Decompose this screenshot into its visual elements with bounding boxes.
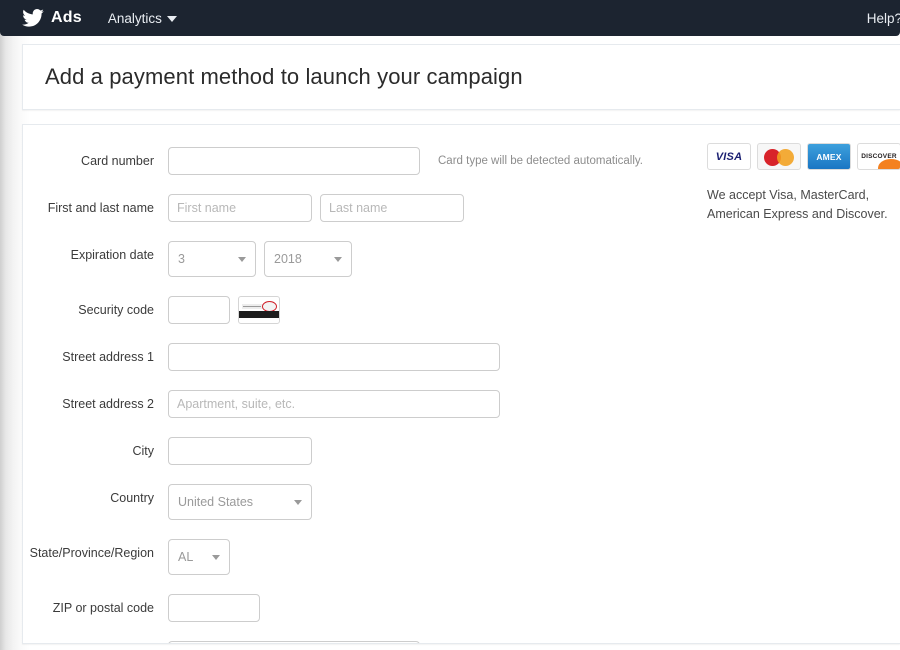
nav-item-help[interactable]: Help? (867, 11, 900, 26)
field-row-street2: Street address 2 (23, 390, 900, 418)
field-group-name (168, 194, 464, 222)
zip-input[interactable] (168, 594, 260, 622)
label-zip: ZIP or postal code (52, 601, 154, 615)
nav-item-analytics[interactable]: Analytics (108, 11, 177, 26)
discover-arc (878, 159, 900, 169)
field-group-email (168, 641, 420, 643)
accepted-cards-rail: VISA AMEX DISCOVER We accept Visa, Maste… (707, 143, 900, 224)
expiration-year-select[interactable]: 2018 (264, 241, 352, 277)
field-row-city: City (23, 437, 900, 465)
chevron-down-icon (166, 16, 177, 22)
accepted-cards-line-1: We accept Visa, MasterCard, (707, 188, 870, 202)
email-input[interactable] (168, 641, 420, 643)
field-group-security-code (168, 296, 280, 324)
field-group-street1 (168, 343, 500, 371)
city-input[interactable] (168, 437, 312, 465)
security-code-input[interactable] (168, 296, 230, 324)
accepted-cards-text: We accept Visa, MasterCard, American Exp… (707, 186, 900, 224)
accepted-cards-line-2: American Express and Discover. (707, 207, 888, 221)
page-title-panel: Add a payment method to launch your camp… (22, 44, 900, 110)
label-email: Email address (23, 641, 168, 643)
cvv-signature-strip (242, 304, 264, 309)
label-security-code: Security code (78, 303, 154, 317)
card-back-cvv-icon (238, 296, 280, 324)
nav-analytics-label: Analytics (107, 10, 162, 26)
label-expiration-date: Expiration date (70, 248, 154, 262)
label-city: City (132, 444, 154, 458)
state-value: AL (178, 550, 194, 564)
label-street-address-1: Street address 1 (62, 350, 154, 364)
card-number-hint: Card type will be detected automatically… (438, 155, 643, 167)
label-country: Country (110, 491, 154, 505)
field-row-zip: ZIP or postal code (23, 594, 900, 622)
field-group-card-number: Card type will be detected automatically… (168, 147, 643, 175)
field-group-country: United States (168, 484, 312, 520)
card-logo-list: VISA AMEX DISCOVER (707, 143, 900, 170)
card-number-input[interactable] (168, 147, 420, 175)
payment-form-panel: Card number Card type will be detected a… (22, 124, 900, 644)
expiration-month-value: 3 (178, 252, 185, 266)
street-address-2-input[interactable] (168, 390, 500, 418)
field-group-expiration: 3 2018 (168, 241, 352, 277)
twitter-bird-icon (22, 9, 44, 27)
mastercard-right-circle (777, 149, 794, 166)
country-select[interactable]: United States (168, 484, 312, 520)
state-select[interactable]: AL (168, 539, 230, 575)
label-name: First and last name (47, 201, 154, 215)
app-screen: Ads Analytics Help? Add a payment method… (0, 0, 900, 650)
field-row-expiration: Expiration date 3 2018 (23, 241, 900, 277)
brand-logo[interactable]: Ads (22, 9, 82, 27)
label-state: State/Province/Region (29, 546, 154, 560)
last-name-input[interactable] (320, 194, 464, 222)
top-navbar: Ads Analytics Help? (0, 0, 900, 36)
discover-logo: DISCOVER (857, 143, 900, 170)
discover-label: DISCOVER (861, 153, 897, 160)
label-card-number: Card number (81, 154, 154, 168)
field-row-street1: Street address 1 (23, 343, 900, 371)
amex-logo: AMEX (807, 143, 851, 170)
cvv-magnetic-stripe (239, 311, 279, 318)
expiration-month-select[interactable]: 3 (168, 241, 256, 277)
label-street-address-2: Street address 2 (62, 397, 154, 411)
field-group-city (168, 437, 312, 465)
street-address-1-input[interactable] (168, 343, 500, 371)
field-row-security-code: Security code (23, 296, 900, 324)
visa-logo: VISA (707, 143, 751, 170)
field-row-state: State/Province/Region AL (23, 539, 900, 575)
field-row-email: Email address (23, 641, 900, 643)
expiration-year-value: 2018 (274, 252, 302, 266)
brand-label: Ads (51, 9, 82, 26)
field-group-state: AL (168, 539, 230, 575)
page-title: Add a payment method to launch your camp… (45, 64, 523, 89)
first-name-input[interactable] (168, 194, 312, 222)
field-group-zip (168, 594, 260, 622)
field-row-country: Country United States (23, 484, 900, 520)
field-group-street2 (168, 390, 500, 418)
mastercard-logo (757, 143, 801, 170)
country-value: United States (178, 495, 254, 509)
